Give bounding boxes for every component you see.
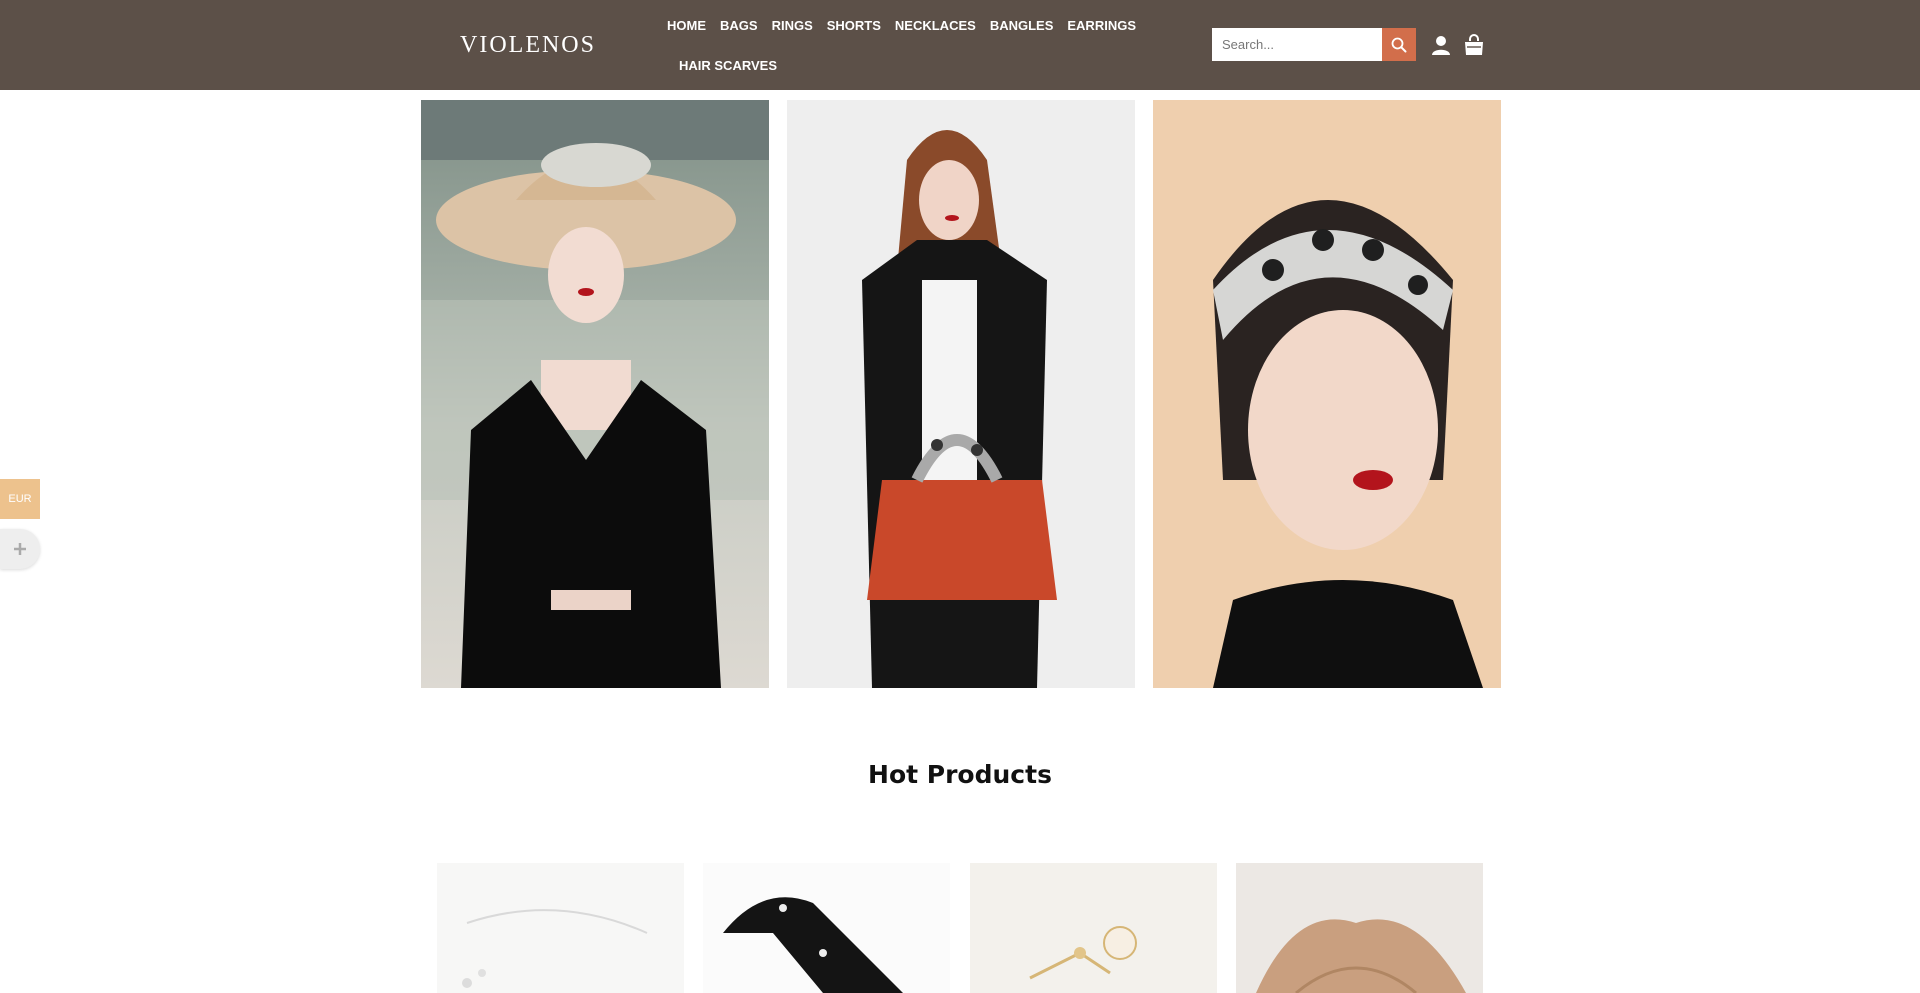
search-button[interactable]	[1382, 28, 1416, 61]
nav-item-shorts[interactable]: SHORTS	[820, 18, 888, 33]
hero-image-hat-woman[interactable]	[421, 100, 769, 688]
expand-widget-button[interactable]	[0, 529, 40, 569]
nav-item-bags[interactable]: BAGS	[713, 18, 765, 33]
site-logo[interactable]: VIOLENOS	[460, 30, 600, 60]
nav-item-necklaces[interactable]: NECKLACES	[888, 18, 983, 33]
section-title-hot-products: Hot Products	[868, 760, 1052, 789]
crystal-hair-chain-image	[462, 909, 648, 988]
hero-image-handbag-woman[interactable]	[787, 100, 1135, 688]
headband-woman-illustration	[1213, 200, 1483, 688]
nav-row-2: HAIR SCARVES	[660, 50, 1120, 80]
search-form	[1212, 28, 1416, 61]
search-input[interactable]	[1212, 28, 1382, 61]
nav-item-rings[interactable]: RINGS	[765, 18, 820, 33]
currency-switcher[interactable]: EUR	[0, 479, 40, 519]
hat-woman-illustration	[421, 100, 769, 688]
hero-image-headband-woman[interactable]	[1153, 100, 1501, 688]
gold-flower-hair-comb-image	[1029, 926, 1137, 980]
site-header: VIOLENOS HOME BAGS RINGS SHORTS NECKLACE…	[0, 0, 1920, 90]
nav-item-hair-scarves[interactable]: HAIR SCARVES	[672, 58, 784, 73]
nav-row-1: HOME BAGS RINGS SHORTS NECKLACES BANGLES…	[660, 10, 1136, 40]
search-icon	[1391, 37, 1407, 52]
product-card-gold-flower-hair-comb[interactable]	[970, 863, 1217, 993]
main-nav: HOME BAGS RINGS SHORTS NECKLACES BANGLES…	[660, 10, 1136, 86]
nav-item-earrings[interactable]: EARRINGS	[1060, 18, 1143, 33]
black-bandana-scarf-image	[723, 897, 903, 993]
nav-item-bangles[interactable]: BANGLES	[983, 18, 1061, 33]
product-card-beige-knit-scarf[interactable]	[1236, 863, 1483, 993]
beige-knit-scarf-image	[1256, 919, 1466, 993]
nav-item-home[interactable]: HOME	[660, 18, 713, 33]
product-card-crystal-hair-chain[interactable]	[437, 863, 684, 993]
shopping-bag-icon[interactable]	[1462, 33, 1486, 57]
product-card-black-bandana-scarf[interactable]	[703, 863, 950, 993]
handbag-woman-illustration	[862, 130, 1057, 688]
user-icon[interactable]	[1429, 33, 1453, 57]
plus-icon	[14, 543, 26, 555]
